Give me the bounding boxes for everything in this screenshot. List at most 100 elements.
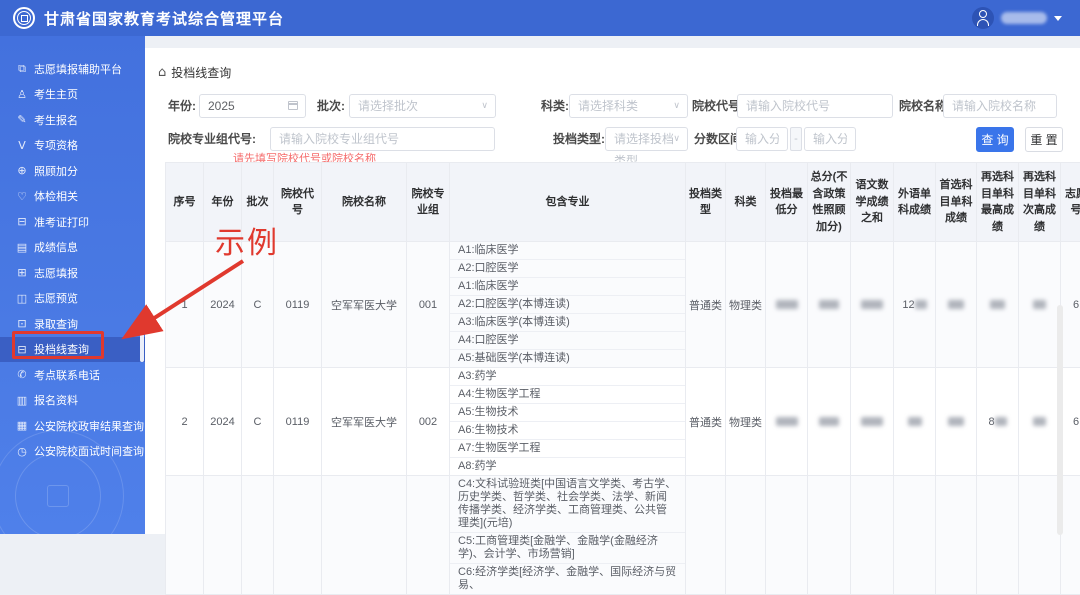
sidebar-item-7[interactable]: ▤成绩信息: [0, 235, 145, 261]
majors-cell: A1:临床医学A2:口腔医学A1:临床医学A2:口腔医学(本博连读)A3:临床医…: [450, 242, 686, 368]
score-prefix: 12: [902, 299, 914, 311]
app-title: 甘肃省国家教育考试综合管理平台: [44, 8, 284, 29]
college-name-cell: 空军军医大学: [322, 368, 407, 476]
major-line-item: C4:文科试验班类[中国语言文学类、考古学、历史学类、哲学类、社会学类、法学、新…: [450, 476, 685, 533]
chevron-down-icon[interactable]: [1054, 16, 1062, 21]
major-group-cell: 001: [407, 242, 450, 368]
sidebar-item-label: 成绩信息: [34, 239, 78, 255]
college-code-cell: 0119: [274, 368, 322, 476]
column-header-12: 外语单科成绩: [894, 163, 936, 242]
score-cell-5: 8: [977, 368, 1019, 476]
materials-icon: ▥: [15, 394, 29, 407]
score-min-input[interactable]: [736, 127, 788, 151]
batch-cell: [242, 476, 274, 595]
filter-select-1[interactable]: 请选择批次∨: [349, 94, 496, 118]
score-cell-5: [977, 476, 1019, 595]
sidebar-item-9[interactable]: ◫志愿预览: [0, 286, 145, 312]
filter-label-1: 批次:: [317, 94, 345, 118]
college-name-cell: [322, 476, 407, 595]
user-menu[interactable]: [972, 7, 1062, 29]
column-header-15: 再选科目单科次高成绩: [1019, 163, 1061, 242]
major-group-cell: [407, 476, 450, 595]
sidebar-item-label: 志愿预览: [34, 290, 78, 306]
breadcrumb-label: 投档线查询: [171, 64, 231, 81]
filter-select-1-placeholder: 请选择批次: [358, 99, 418, 113]
column-header-16: 志愿号: [1061, 163, 1080, 242]
major-line-item: A2:口腔医学: [450, 260, 685, 278]
masked-value: [908, 417, 922, 426]
user-name-masked: [1001, 12, 1047, 24]
sidebar-item-3[interactable]: V专项资格: [0, 133, 145, 159]
search-button[interactable]: 查 询: [976, 127, 1014, 152]
column-header-9: 投档最低分: [766, 163, 808, 242]
score-max-input[interactable]: [804, 127, 856, 151]
column-header-10: 总分(不含政策性照顾加分): [808, 163, 851, 242]
table-row-2: C4:文科试验班类[中国语言文学类、考古学、历史学类、哲学类、社会学类、法学、新…: [166, 476, 1080, 595]
content-scrollbar[interactable]: [1057, 305, 1063, 535]
masked-value: [948, 300, 964, 309]
score-cell-0: [766, 476, 808, 595]
seq-cell: 1: [166, 242, 204, 368]
score-cell-4: [936, 368, 977, 476]
masked-value: [1033, 417, 1046, 426]
column-header-4: 院校名称: [322, 163, 407, 242]
score-cell-2: [851, 242, 894, 368]
batch-cell: C: [242, 368, 274, 476]
column-header-13: 首选科目单科成绩: [936, 163, 977, 242]
major-line-item: A5:生物技术: [450, 404, 685, 422]
reset-button[interactable]: 重 置: [1025, 127, 1063, 152]
user-avatar-icon[interactable]: [972, 7, 994, 29]
sidebar-scrollbar[interactable]: [140, 334, 144, 362]
filter-select-2[interactable]: 请选择科类∨: [569, 94, 688, 118]
medical-exam-icon: ♡: [15, 190, 29, 203]
sidebar-item-1[interactable]: ♙考生主页: [0, 82, 145, 108]
content-area: ⌂ 投档线查询 年份:2025批次:请选择批次∨科类:请选择科类∨院校代号:院校…: [145, 36, 1080, 534]
special-qualification-icon: V: [15, 139, 29, 152]
major-line-item: A5:基础医学(本博连读): [450, 350, 685, 367]
score-cell-0: [766, 368, 808, 476]
masked-value: [819, 300, 839, 309]
calendar-icon: [288, 101, 298, 110]
subject-category-cell: 物理类: [726, 368, 766, 476]
sidebar-item-8[interactable]: ⊞志愿填报: [0, 260, 145, 286]
sidebar-item-12[interactable]: ✆考点联系电话: [0, 362, 145, 388]
cast-type-cell: 普通类: [686, 242, 726, 368]
cast-type-cell: [686, 476, 726, 595]
major-line-item: A1:临床医学: [450, 278, 685, 296]
sidebar-item-label: 准考证打印: [34, 214, 89, 230]
majors-cell: C4:文科试验班类[中国语言文学类、考古学、历史学类、哲学类、社会学类、法学、新…: [450, 476, 686, 595]
sidebar-item-5[interactable]: ♡ 体检相关: [0, 184, 145, 210]
major-line-item: A3:药学: [450, 368, 685, 386]
column-header-6: 包含专业: [450, 163, 686, 242]
college-code-cell: 0119: [274, 242, 322, 368]
score-cell-3: 12: [894, 242, 936, 368]
majors-cell: A3:药学A4:生物医学工程A5:生物技术A6:生物技术A7:生物医学工程A8:…: [450, 368, 686, 476]
table-header-row: 序号年份批次院校代号院校名称院校专业组包含专业投档类型科类投档最低分总分(不含政…: [166, 163, 1080, 242]
sidebar-item-2[interactable]: ✎考生报名: [0, 107, 145, 133]
year-field[interactable]: 2025: [199, 94, 306, 118]
cast-type-select[interactable]: 请选择投档类型∨: [605, 127, 688, 151]
sidebar-item-4[interactable]: ⊕照顾加分: [0, 158, 145, 184]
column-header-3: 院校代号: [274, 163, 322, 242]
column-header-0: 序号: [166, 163, 204, 242]
wish-no-cell: [1061, 476, 1080, 595]
score-prefix: 8: [988, 416, 994, 428]
sidebar-item-label: 考生主页: [34, 86, 78, 102]
score-cell-0: [766, 242, 808, 368]
score-cell-2: [851, 476, 894, 595]
score-cell-5: [977, 242, 1019, 368]
sidebar-item-label: 志愿填报辅助平台: [34, 61, 122, 77]
filter-input-4[interactable]: [943, 94, 1057, 118]
wish-no-cell: 6: [1061, 242, 1080, 368]
filter-input-3[interactable]: [737, 94, 893, 118]
sidebar-item-label: 体检相关: [34, 188, 78, 204]
range-separator: -: [790, 127, 802, 151]
sidebar-item-0[interactable]: ⧉志愿填报辅助平台: [0, 56, 145, 82]
sidebar-item-13[interactable]: ▥报名资料: [0, 388, 145, 414]
major-group-code-input[interactable]: [270, 127, 495, 151]
masked-value: [1033, 300, 1046, 309]
sidebar-item-6[interactable]: ⊟准考证打印: [0, 209, 145, 235]
score-cell-3: [894, 476, 936, 595]
results-table-wrap: 序号年份批次院校代号院校名称院校专业组包含专业投档类型科类投档最低分总分(不含政…: [165, 162, 1053, 595]
police-interview-icon: ◷: [15, 445, 29, 458]
